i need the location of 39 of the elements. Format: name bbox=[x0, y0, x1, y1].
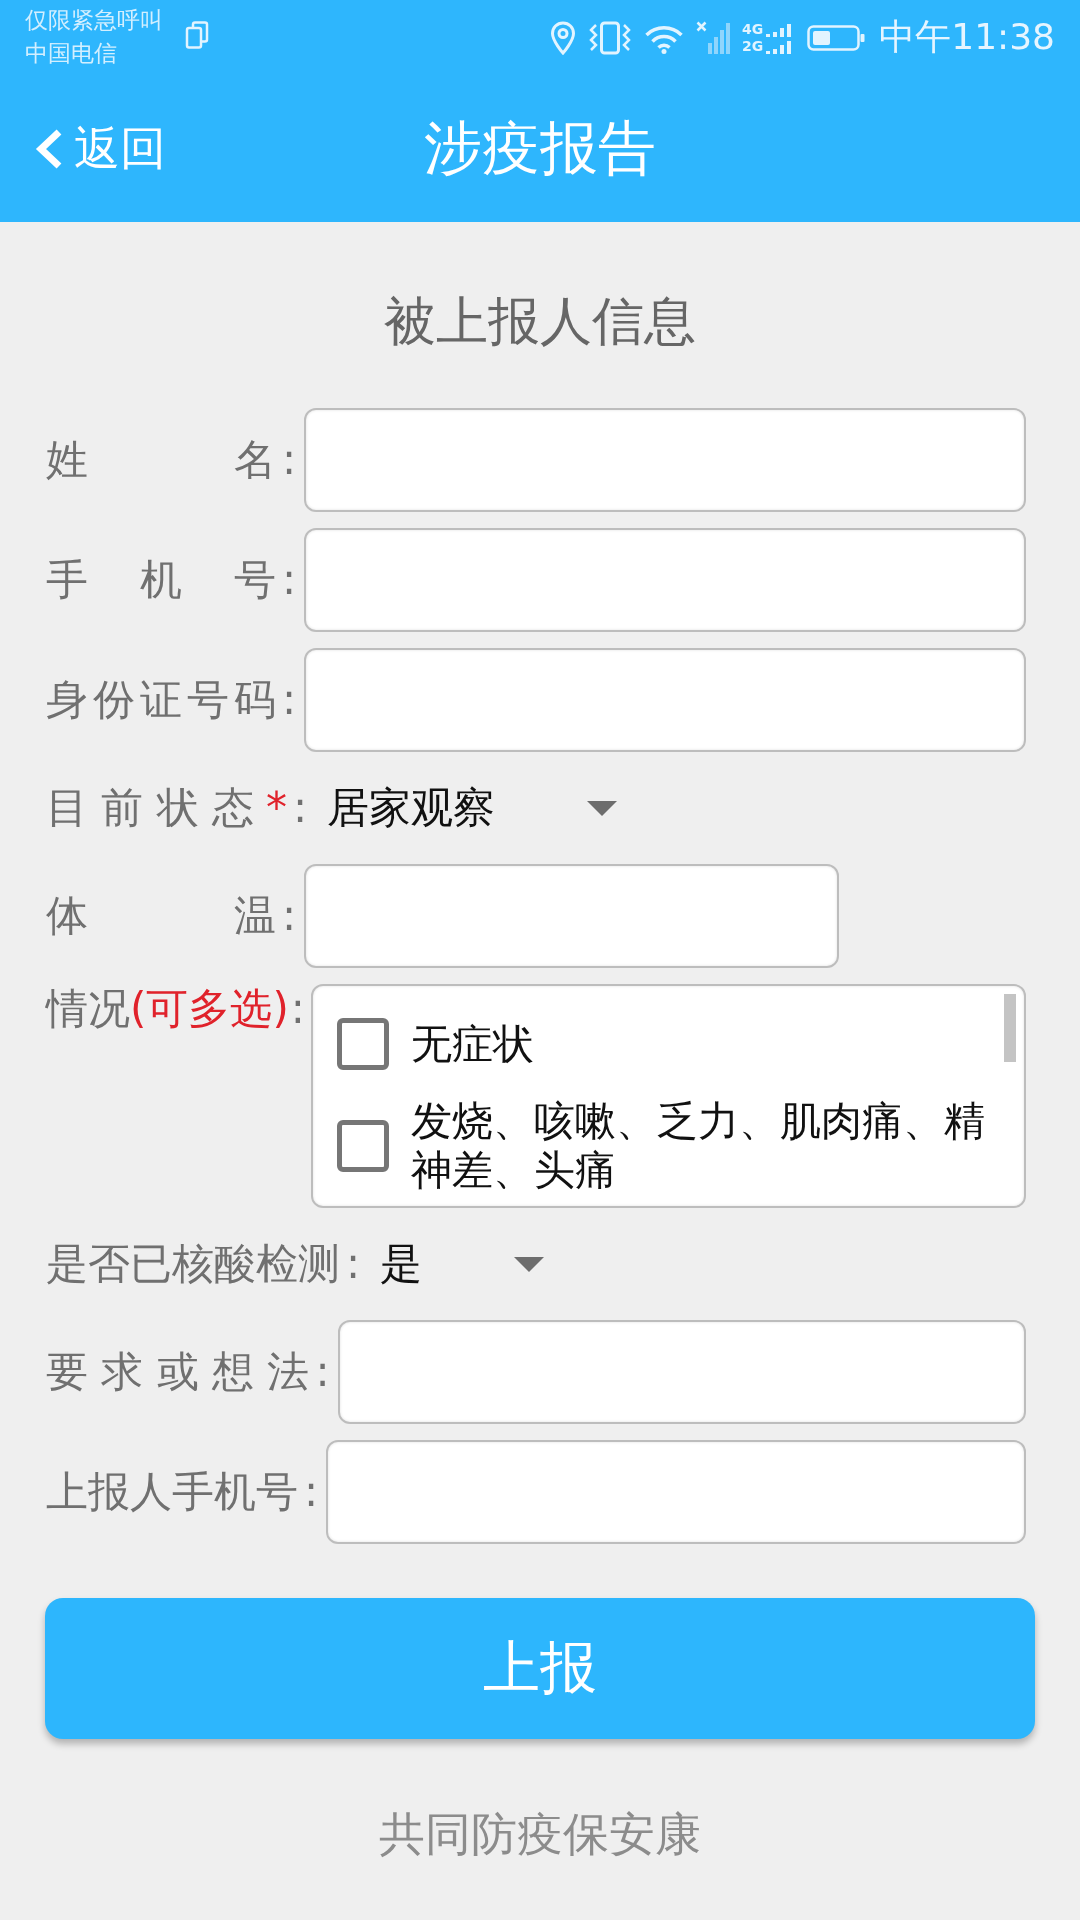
input-field[interactable] bbox=[304, 648, 1026, 752]
field-label: 手 机 号: bbox=[46, 555, 297, 605]
field-label: 是否已核酸检测: bbox=[46, 1239, 361, 1289]
section-heading: 被上报人信息 bbox=[383, 291, 697, 351]
field-label: 情况(可多选): bbox=[46, 984, 305, 1034]
chevron-left-icon bbox=[34, 127, 64, 170]
input-field[interactable] bbox=[304, 864, 840, 968]
caret-icon bbox=[587, 800, 618, 816]
network-type-label: 2G bbox=[742, 37, 764, 55]
footer-slogan: 共同防疫保安康 bbox=[378, 1806, 702, 1863]
input-field[interactable] bbox=[304, 528, 1026, 632]
sim-card-icon bbox=[185, 21, 209, 49]
field-label: 要 求 或 想 法: bbox=[46, 1347, 330, 1397]
checkbox[interactable] bbox=[336, 1120, 389, 1172]
input-field[interactable] bbox=[337, 1320, 1026, 1424]
caret-icon bbox=[514, 1256, 545, 1272]
field-label: 体 温: bbox=[46, 891, 297, 941]
option-label: 发烧、咳嗽、乏力、肌肉痛、精神差、头痛 bbox=[410, 1097, 986, 1195]
input-field[interactable] bbox=[304, 408, 1026, 512]
field-label: 目 前 状 态 *: bbox=[46, 783, 308, 833]
battery-icon bbox=[807, 23, 866, 52]
dropdown[interactable]: 是 bbox=[380, 1234, 545, 1294]
dropdown[interactable]: 居家观察 bbox=[327, 778, 618, 838]
field-label: 姓 名: bbox=[46, 435, 297, 485]
option-label: 无症状 bbox=[410, 1019, 535, 1069]
field-label: 身份证号码: bbox=[46, 675, 297, 725]
status-text: 中国电信 bbox=[25, 39, 117, 68]
field-label: 上报人手机号: bbox=[46, 1467, 319, 1517]
status-text: 仅限紧急呼叫 bbox=[25, 6, 163, 35]
input-field[interactable] bbox=[326, 1440, 1026, 1544]
page-title: 涉疫报告 bbox=[424, 116, 656, 181]
location-icon bbox=[550, 20, 576, 55]
no-signal-icon bbox=[696, 20, 730, 55]
clock-text: 中午11:38 bbox=[879, 15, 1055, 59]
vibrate-icon bbox=[588, 20, 632, 55]
checkbox[interactable] bbox=[336, 1018, 389, 1070]
signal-icon bbox=[766, 21, 792, 54]
network-type-label: 4G bbox=[742, 20, 764, 38]
scrollbar bbox=[1004, 994, 1016, 1062]
